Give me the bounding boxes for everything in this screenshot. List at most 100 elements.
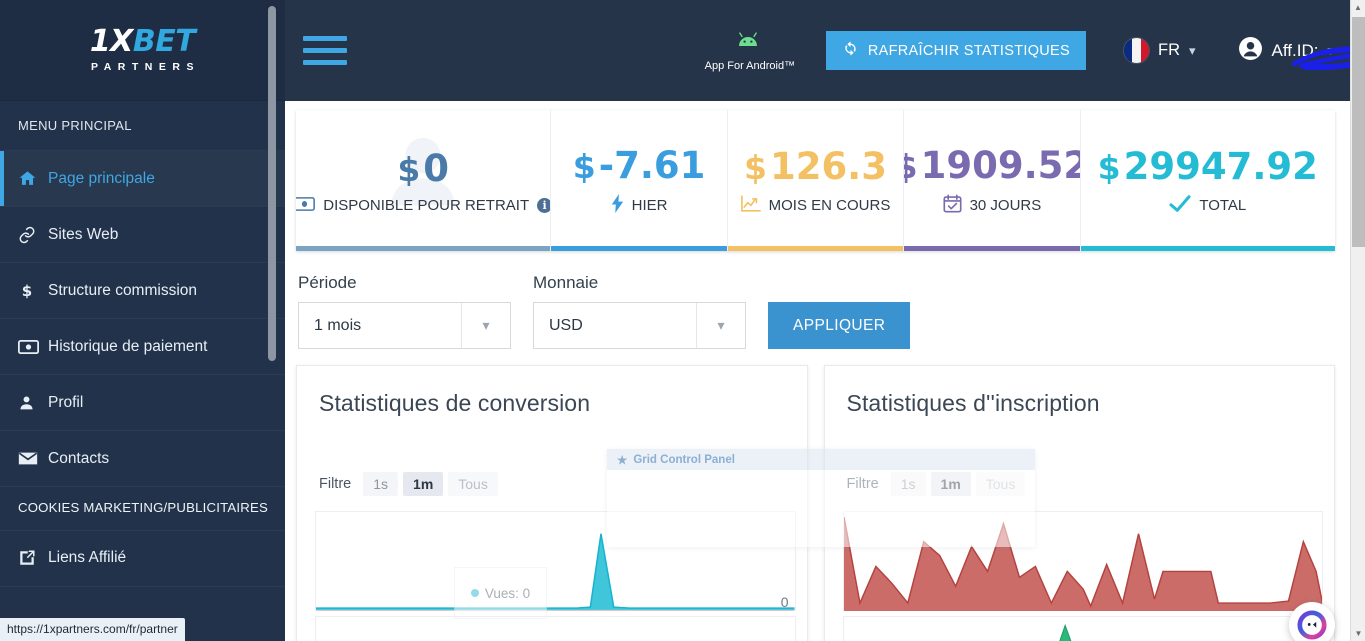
brand-logo[interactable]: 1XBET PARTNERS bbox=[0, 0, 285, 101]
stat-accent-bar bbox=[296, 246, 551, 251]
stat-accent-bar bbox=[1080, 246, 1335, 251]
stat-label-row: 30 JOURS bbox=[943, 194, 1042, 217]
sidebar-item-structure-commission[interactable]: $ Structure commission bbox=[0, 263, 285, 319]
stat-label-row: HIER bbox=[611, 194, 668, 217]
sidebar-item-historique-de-paiement[interactable]: Historique de paiement bbox=[0, 319, 285, 375]
stat-amount: 126.3 bbox=[769, 145, 887, 188]
user-account-menu[interactable]: Aff.ID: ▾ bbox=[1238, 36, 1365, 70]
sidebar: 1XBET PARTNERS MENU PRINCIPAL Page princ… bbox=[0, 0, 285, 641]
topbar: App For Android™ RAFRAÎCHIR STATISTIQUES… bbox=[285, 0, 1365, 101]
chip-tous[interactable]: Tous bbox=[448, 472, 498, 496]
chat-widget-button[interactable] bbox=[1289, 602, 1335, 641]
stat-currency: $ bbox=[572, 147, 596, 186]
chart-up-icon bbox=[740, 195, 761, 216]
info-icon[interactable]: i bbox=[537, 198, 551, 213]
link-icon bbox=[18, 226, 48, 244]
chip-1m[interactable]: 1m bbox=[930, 472, 971, 496]
stat-accent-bar bbox=[727, 246, 904, 251]
registration-chart[interactable]: 0 bbox=[842, 511, 1323, 611]
main-content: $0 DISPONIBLE POUR RETRAIT i $ -7.61 HIE… bbox=[285, 101, 1350, 641]
stat-label: MOIS EN COURS bbox=[768, 197, 891, 214]
chip-1s[interactable]: 1s bbox=[890, 472, 926, 496]
page-scrollbar-thumb[interactable] bbox=[1352, 17, 1365, 247]
stat-currency: $ bbox=[397, 149, 421, 189]
stat-card-30-jours: $1909.52 30 JOURS bbox=[904, 110, 1081, 251]
panel-statistiques-de-conversion: Statistiques de conversion Filtre 1s 1m … bbox=[296, 365, 808, 641]
stat-label: 30 JOURS bbox=[969, 197, 1042, 214]
flag-fr-icon bbox=[1124, 38, 1149, 63]
stat-card-mois-en-cours: $126.3 MOIS EN COURS bbox=[727, 110, 905, 251]
conversion-chart-secondary[interactable] bbox=[315, 616, 796, 641]
period-filter-group: Période 1 mois ▾ bbox=[298, 273, 511, 349]
conversion-chart-tooltip: Vues: 0 bbox=[454, 567, 547, 619]
svg-text:$: $ bbox=[22, 282, 32, 300]
stat-card-disponible-pour-retrait: $0 DISPONIBLE POUR RETRAIT i bbox=[296, 110, 552, 251]
currency-select[interactable]: USD ▾ bbox=[533, 302, 746, 349]
android-icon bbox=[735, 30, 765, 57]
scroll-up-arrow-icon[interactable]: ▲ bbox=[1351, 0, 1365, 15]
sidebar-item-label: Contacts bbox=[48, 449, 110, 467]
stat-amount: -7.61 bbox=[598, 144, 706, 187]
chat-widget-icon bbox=[1297, 610, 1327, 640]
stat-value: $1909.52 bbox=[904, 144, 1081, 187]
panel-statistiques-d-inscription: Statistiques d''inscription Filtre 1s 1m… bbox=[823, 365, 1335, 641]
account-circle-icon bbox=[1238, 36, 1263, 66]
sidebar-item-label: Structure commission bbox=[48, 281, 198, 299]
sidebar-item-sites-web[interactable]: Sites Web bbox=[0, 207, 285, 263]
conversion-chart[interactable]: 0 Vues: 0 bbox=[315, 511, 796, 619]
charts-panels: Statistiques de conversion Filtre 1s 1m … bbox=[296, 365, 1335, 641]
stat-value: $126.3 bbox=[744, 145, 887, 188]
dollar-icon: $ bbox=[18, 281, 48, 300]
chevron-down-icon: ▾ bbox=[1327, 42, 1334, 58]
filters-bar: Période 1 mois ▾ Monnaie USD ▾ APPLIQUER bbox=[298, 273, 1350, 349]
filter-label: Filtre bbox=[319, 476, 352, 492]
logo-bet-text: BET bbox=[132, 24, 196, 60]
external-link-icon bbox=[18, 549, 48, 567]
status-bar-url: https://1xpartners.com/fr/partner bbox=[0, 618, 185, 641]
stat-accent-bar bbox=[904, 246, 1080, 251]
sidebar-item-page-principale[interactable]: Page principale bbox=[0, 151, 285, 207]
hamburger-menu-icon[interactable] bbox=[303, 32, 351, 69]
registration-filter-row: Filtre 1s 1m Tous bbox=[825, 417, 1335, 496]
tooltip-text: Vues: 0 bbox=[484, 585, 531, 601]
stat-amount: 1909.52 bbox=[920, 144, 1081, 187]
conversion-filter-row: Filtre 1s 1m Tous bbox=[297, 417, 807, 496]
stat-value: $0 bbox=[397, 147, 449, 190]
filter-label: Filtre bbox=[846, 476, 879, 492]
logo-partners-text: PARTNERS bbox=[91, 61, 200, 74]
sidebar-scrollbar-thumb[interactable] bbox=[268, 6, 276, 361]
chevron-down-icon: ▾ bbox=[696, 303, 745, 348]
sidebar-item-cookies-marketing[interactable]: COOKIES MARKETING/PUBLICITAIRES bbox=[0, 487, 285, 531]
refresh-statistics-button[interactable]: RAFRAÎCHIR STATISTIQUES bbox=[825, 31, 1086, 70]
chip-tous[interactable]: Tous bbox=[975, 472, 1026, 496]
sidebar-item-liens-affilie[interactable]: Liens Affilié bbox=[0, 531, 285, 587]
registration-chart-secondary[interactable] bbox=[842, 616, 1323, 641]
chip-1m[interactable]: 1m bbox=[403, 472, 444, 496]
stat-label: DISPONIBLE POUR RETRAIT bbox=[323, 197, 530, 214]
stat-amount: 0 bbox=[423, 146, 450, 190]
calendar-check-icon bbox=[943, 194, 962, 217]
stat-card-total: $29947.92 TOTAL bbox=[1080, 110, 1335, 251]
home-icon bbox=[18, 169, 48, 188]
panel-title: Statistiques de conversion bbox=[319, 390, 591, 416]
page-root: 1XBET PARTNERS MENU PRINCIPAL Page princ… bbox=[0, 0, 1365, 641]
android-label: App For Android™ bbox=[704, 59, 796, 72]
page-scrollbar[interactable]: ▲ ▼ bbox=[1350, 0, 1365, 641]
language-label: FR bbox=[1158, 41, 1180, 59]
sidebar-item-profil[interactable]: Profil bbox=[0, 375, 285, 431]
apply-button[interactable]: APPLIQUER bbox=[768, 302, 911, 349]
scroll-down-arrow-icon[interactable]: ▼ bbox=[1351, 626, 1365, 641]
chip-1s[interactable]: 1s bbox=[363, 472, 399, 496]
app-for-android-link[interactable]: App For Android™ bbox=[702, 30, 798, 72]
stat-label: HIER bbox=[631, 197, 668, 214]
stat-card-hier: $ -7.61 HIER bbox=[551, 110, 728, 251]
stats-cards: $0 DISPONIBLE POUR RETRAIT i $ -7.61 HIE… bbox=[296, 110, 1335, 251]
stat-label-row: TOTAL bbox=[1169, 194, 1247, 217]
bolt-icon bbox=[611, 194, 624, 217]
sidebar-item-contacts[interactable]: Contacts bbox=[0, 431, 285, 487]
stat-currency: $ bbox=[743, 148, 767, 187]
stat-amount: 29947.92 bbox=[1123, 144, 1318, 188]
language-selector[interactable]: FR ▾ bbox=[1124, 38, 1196, 63]
period-select[interactable]: 1 mois ▾ bbox=[298, 302, 511, 349]
stat-label: TOTAL bbox=[1199, 197, 1247, 214]
